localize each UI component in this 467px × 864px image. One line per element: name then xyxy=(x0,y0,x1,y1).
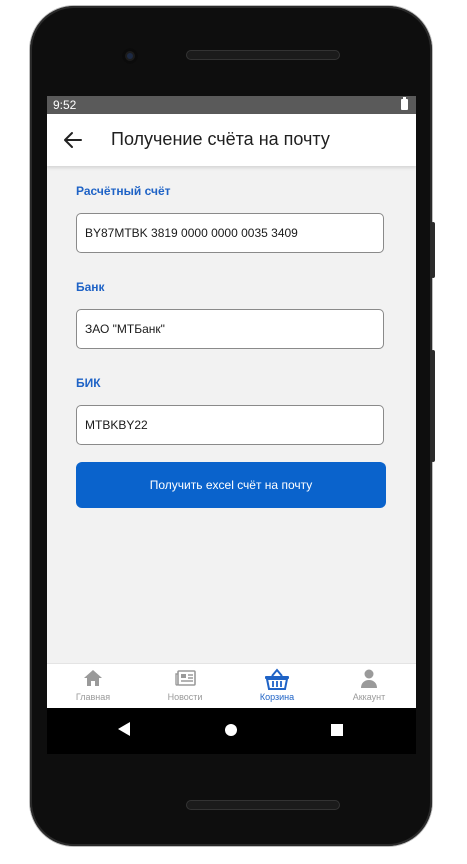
nav-label-account: Аккаунт xyxy=(352,692,386,702)
nav-item-account[interactable]: Аккаунт xyxy=(323,664,415,708)
status-bar: 9:52 xyxy=(47,96,416,114)
nav-label-basket: Корзина xyxy=(259,692,295,702)
newspaper-icon xyxy=(175,668,196,688)
power-button[interactable] xyxy=(431,350,435,462)
system-back-icon[interactable] xyxy=(118,722,130,736)
get-excel-invoice-button[interactable]: Получить excel счёт на почту xyxy=(76,462,386,508)
back-arrow-icon[interactable] xyxy=(61,128,85,152)
nav-label-news: Новости xyxy=(167,692,203,702)
bottom-navigation: Главная Новости Корзина Аккаунт xyxy=(47,663,416,708)
nav-item-news[interactable]: Новости xyxy=(139,664,231,708)
status-time: 9:52 xyxy=(53,98,77,112)
account-field[interactable]: BY87MTBK 3819 0000 0000 0035 3409 xyxy=(76,213,384,253)
nav-item-basket[interactable]: Корзина xyxy=(231,664,323,708)
front-camera xyxy=(122,48,138,64)
system-recents-icon[interactable] xyxy=(331,724,343,736)
bank-label: Банк xyxy=(76,280,105,294)
nav-item-home[interactable]: Главная xyxy=(47,664,139,708)
account-icon xyxy=(359,668,379,688)
system-navigation-bar xyxy=(47,708,416,754)
earpiece-speaker xyxy=(186,50,340,60)
page-title: Получение счёта на почту xyxy=(111,129,330,149)
bank-field[interactable]: ЗАО "МТБанк" xyxy=(76,309,384,349)
bic-field[interactable]: MTBKBY22 xyxy=(76,405,384,445)
home-icon xyxy=(83,668,103,688)
volume-button[interactable] xyxy=(431,222,435,278)
bic-label: БИК xyxy=(76,376,101,390)
account-label: Расчётный счёт xyxy=(76,184,171,198)
screen: 9:52 Получение счёта на почту Расчётный … xyxy=(47,96,416,708)
basket-icon xyxy=(264,667,290,691)
system-home-icon[interactable] xyxy=(225,724,237,736)
app-bar: Получение счёта на почту xyxy=(47,114,416,166)
bottom-speaker xyxy=(186,800,340,810)
battery-icon xyxy=(401,97,408,110)
nav-label-home: Главная xyxy=(75,692,111,702)
